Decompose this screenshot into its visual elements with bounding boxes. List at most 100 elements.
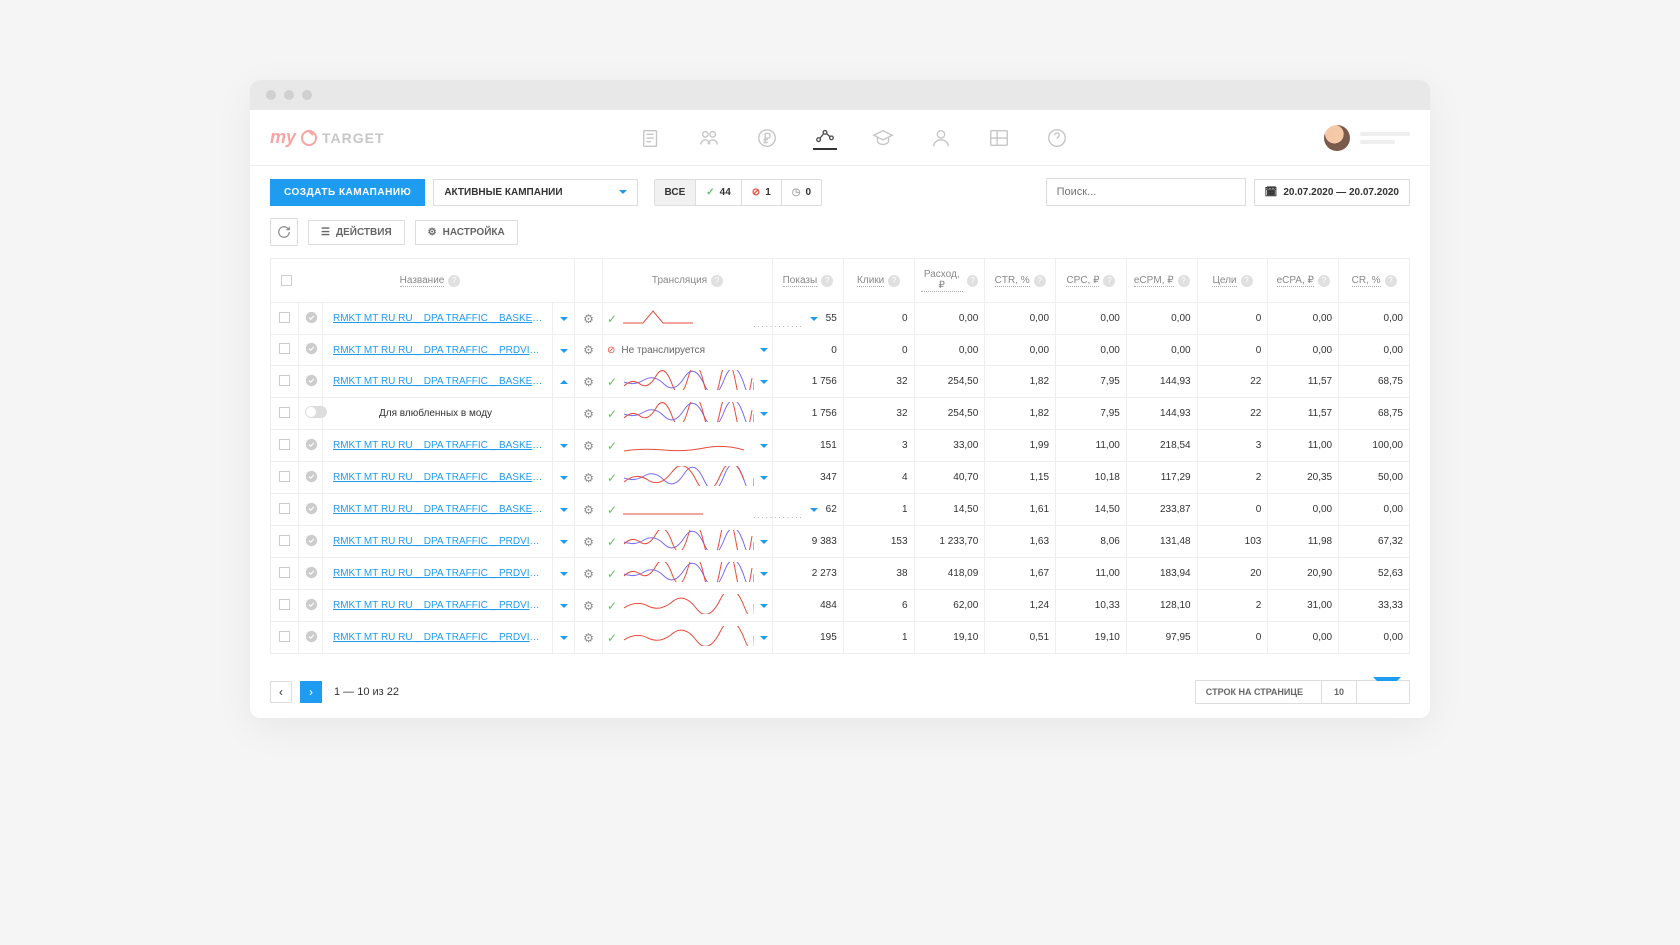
next-page-button[interactable]: › bbox=[300, 681, 322, 703]
actions-button[interactable]: ☰ДЕЙСТВИЯ bbox=[308, 220, 405, 245]
stream-cell[interactable]: ✓ bbox=[603, 622, 773, 654]
help-icon[interactable]: ? bbox=[1318, 275, 1330, 287]
help-icon[interactable]: ? bbox=[1034, 275, 1046, 287]
row-checkbox[interactable] bbox=[271, 430, 299, 462]
col-stream[interactable]: Трансляция ? bbox=[603, 259, 773, 303]
row-settings-button[interactable]: ⚙ bbox=[575, 366, 603, 398]
expand-toggle[interactable] bbox=[553, 303, 575, 335]
campaign-name-link[interactable]: RMKT MT RU RU _ DPA TRAFFIC _ BASKET 2-3… bbox=[323, 366, 553, 398]
col-clicks[interactable]: Клики ? bbox=[843, 259, 914, 303]
campaign-name-link[interactable]: RMKT MT RU RU _ DPA TRAFFIC _ PRDVIEW 2-… bbox=[323, 590, 553, 622]
help-icon[interactable]: ? bbox=[888, 275, 900, 287]
stream-cell[interactable]: ⊘Не транслируется bbox=[603, 335, 773, 366]
campaign-name-link[interactable]: RMKT MT RU RU _ DPA TRAFFIC _ PRDVIEW 2-… bbox=[323, 526, 553, 558]
expand-toggle[interactable] bbox=[553, 494, 575, 526]
expand-toggle[interactable] bbox=[553, 526, 575, 558]
row-checkbox[interactable] bbox=[271, 590, 299, 622]
help-icon[interactable]: ? bbox=[448, 275, 460, 287]
status-all-button[interactable]: ВСЕ bbox=[655, 180, 697, 205]
stream-cell[interactable]: ✓ bbox=[603, 526, 773, 558]
campaign-name-link[interactable]: RMKT MT RU RU _ DPA TRAFFIC _ BASKET 1D … bbox=[323, 462, 553, 494]
row-settings-button[interactable]: ⚙ bbox=[575, 558, 603, 590]
col-name[interactable]: Название ? bbox=[271, 259, 575, 303]
row-settings-button[interactable]: ⚙ bbox=[575, 398, 603, 430]
row-checkbox[interactable] bbox=[271, 366, 299, 398]
refresh-button[interactable] bbox=[270, 218, 298, 246]
rows-per-page-select[interactable]: СТРОК НА СТРАНИЦЕ 10 bbox=[1195, 680, 1410, 704]
stream-cell[interactable]: ✓ bbox=[603, 430, 773, 462]
help-icon[interactable]: ? bbox=[821, 275, 833, 287]
stream-cell[interactable]: ✓ bbox=[603, 366, 773, 398]
help-icon[interactable]: ? bbox=[1385, 275, 1397, 287]
select-all-checkbox[interactable] bbox=[281, 275, 292, 286]
stream-cell[interactable]: ✓ bbox=[603, 558, 773, 590]
status-pending-button[interactable]: ◷0 bbox=[782, 180, 821, 205]
row-toggle[interactable] bbox=[299, 398, 323, 430]
nav-campaigns-icon[interactable] bbox=[639, 126, 663, 150]
row-settings-button[interactable]: ⚙ bbox=[575, 494, 603, 526]
campaign-name-link[interactable]: RMKT MT RU RU _ DPA TRAFFIC _ PRDVIEW 1D… bbox=[323, 558, 553, 590]
row-settings-button[interactable]: ⚙ bbox=[575, 430, 603, 462]
stream-cell[interactable]: ✓............ bbox=[603, 494, 773, 526]
row-checkbox[interactable] bbox=[271, 303, 299, 335]
stream-cell[interactable]: ✓ bbox=[603, 462, 773, 494]
campaign-filter-select[interactable]: АКТИВНЫЕ КАМПАНИИ bbox=[433, 179, 637, 206]
status-active-button[interactable]: ✓44 bbox=[696, 180, 742, 205]
campaign-name-link[interactable]: RMKT MT RU RU _ DPA TRAFFIC _ BASKET 1D … bbox=[323, 303, 553, 335]
expand-toggle[interactable] bbox=[553, 622, 575, 654]
row-settings-button[interactable]: ⚙ bbox=[575, 590, 603, 622]
campaign-name-link[interactable]: RMKT MT RU RU _ DPA TRAFFIC _ PRDVIEW 1D… bbox=[323, 622, 553, 654]
row-settings-button[interactable]: ⚙ bbox=[575, 622, 603, 654]
col-spend[interactable]: Расход, ₽ ? bbox=[914, 259, 985, 303]
expand-toggle[interactable] bbox=[553, 335, 575, 366]
stream-cell[interactable]: ✓............ bbox=[603, 303, 773, 335]
prev-page-button[interactable]: ‹ bbox=[270, 681, 292, 703]
date-range-picker[interactable]: 🗓 20.07.2020 — 20.07.2020 bbox=[1254, 179, 1410, 206]
campaign-name-link[interactable]: RMKT MT RU RU _ DPA TRAFFIC _ PRDVIEW 1D… bbox=[323, 335, 553, 366]
col-ctr[interactable]: CTR, % ? bbox=[985, 259, 1056, 303]
nav-stats-icon[interactable] bbox=[813, 126, 837, 150]
row-settings-button[interactable]: ⚙ bbox=[575, 462, 603, 494]
expand-toggle[interactable] bbox=[553, 462, 575, 494]
campaign-name-link[interactable]: RMKT MT RU RU _ DPA TRAFFIC _ BASKET 1D … bbox=[323, 494, 553, 526]
window-control-max[interactable] bbox=[302, 90, 312, 100]
col-ecpa[interactable]: eCPA, ₽ ? bbox=[1268, 259, 1339, 303]
expand-toggle[interactable] bbox=[553, 430, 575, 462]
nav-profile-icon[interactable] bbox=[929, 126, 953, 150]
row-checkbox[interactable] bbox=[271, 335, 299, 366]
row-checkbox[interactable] bbox=[271, 494, 299, 526]
help-icon[interactable]: ? bbox=[711, 275, 723, 287]
campaign-name-link[interactable]: RMKT MT RU RU _ DPA TRAFFIC _ BASKET 2-3… bbox=[323, 430, 553, 462]
user-avatar[interactable] bbox=[1324, 125, 1350, 151]
search-input[interactable] bbox=[1046, 178, 1246, 206]
nav-balance-icon[interactable] bbox=[755, 126, 779, 150]
nav-tools-icon[interactable] bbox=[987, 126, 1011, 150]
col-cr[interactable]: CR, % ? bbox=[1339, 259, 1410, 303]
status-blocked-button[interactable]: ⊘1 bbox=[742, 180, 782, 205]
settings-button[interactable]: ⚙НАСТРОЙКА bbox=[415, 220, 518, 245]
help-icon[interactable]: ? bbox=[967, 275, 978, 287]
nav-learn-icon[interactable] bbox=[871, 126, 895, 150]
window-control-close[interactable] bbox=[266, 90, 276, 100]
col-ecpm[interactable]: eCPM, ₽ ? bbox=[1126, 259, 1197, 303]
nav-help-icon[interactable] bbox=[1045, 126, 1069, 150]
help-icon[interactable]: ? bbox=[1178, 275, 1190, 287]
campaign-name[interactable]: Для влюбленных в моду bbox=[323, 398, 553, 430]
row-checkbox[interactable] bbox=[271, 398, 299, 430]
row-checkbox[interactable] bbox=[271, 462, 299, 494]
stream-cell[interactable]: ✓ bbox=[603, 590, 773, 622]
stream-cell[interactable]: ✓ bbox=[603, 398, 773, 430]
row-checkbox[interactable] bbox=[271, 526, 299, 558]
user-area[interactable] bbox=[1324, 125, 1410, 151]
help-icon[interactable]: ? bbox=[1241, 275, 1253, 287]
col-cpc[interactable]: CPC, ₽ ? bbox=[1056, 259, 1127, 303]
row-settings-button[interactable]: ⚙ bbox=[575, 303, 603, 335]
row-settings-button[interactable]: ⚙ bbox=[575, 335, 603, 366]
create-campaign-button[interactable]: СОЗДАТЬ КАМАПАНИЮ bbox=[270, 179, 425, 206]
row-checkbox[interactable] bbox=[271, 622, 299, 654]
window-control-min[interactable] bbox=[284, 90, 294, 100]
help-icon[interactable]: ? bbox=[1103, 275, 1115, 287]
row-checkbox[interactable] bbox=[271, 558, 299, 590]
nav-audiences-icon[interactable] bbox=[697, 126, 721, 150]
col-goals[interactable]: Цели ? bbox=[1197, 259, 1268, 303]
